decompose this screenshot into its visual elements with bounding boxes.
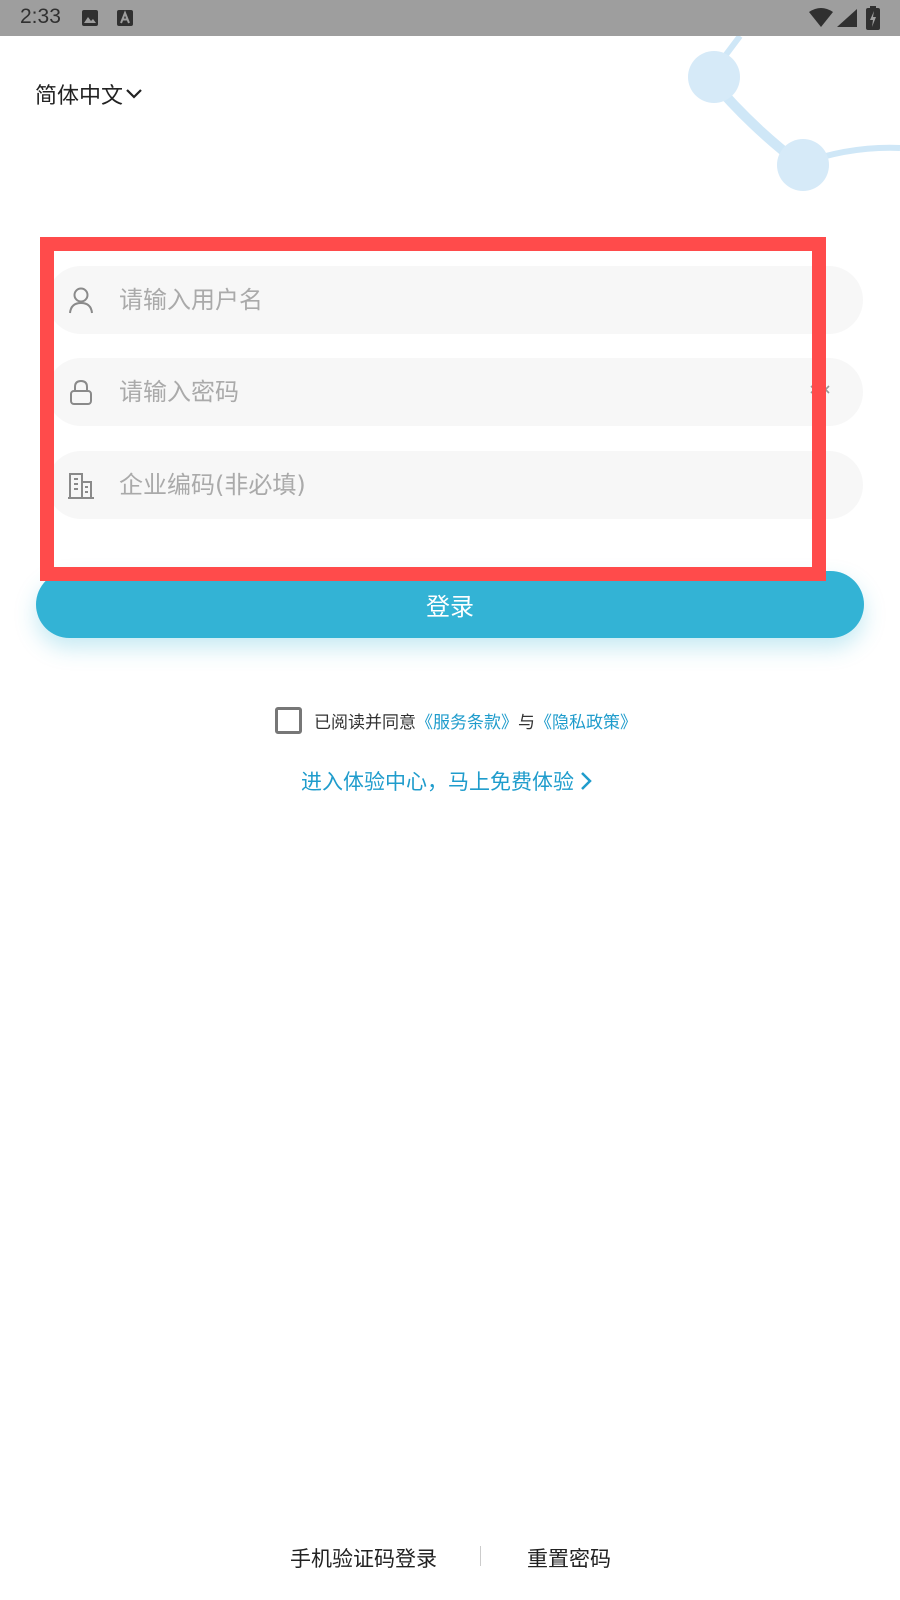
battery-icon	[866, 6, 880, 30]
experience-center-label: 进入体验中心，马上免费体验	[301, 770, 574, 794]
language-label: 简体中文	[35, 84, 124, 109]
agreement-prefix: 已阅读并同意	[314, 713, 416, 733]
login-button[interactable]: 登录	[36, 571, 864, 638]
experience-center-link[interactable]: 进入体验中心，马上免费体验	[301, 766, 592, 796]
agreement-conjunction: 与	[518, 713, 535, 733]
status-time: 2:33	[20, 5, 61, 28]
highlight-box	[40, 237, 826, 581]
agreement-row: 已阅读并同意 《服务条款》 与 《隐私政策》	[275, 707, 637, 734]
sms-login-link[interactable]: 手机验证码登录	[290, 1543, 437, 1573]
chevron-right-icon	[581, 772, 592, 790]
a-icon	[117, 10, 133, 26]
wifi-icon	[809, 8, 833, 27]
signal-icon	[837, 9, 857, 27]
privacy-policy-link[interactable]: 《隐私政策》	[535, 708, 637, 733]
molecule-decoration	[688, 36, 900, 191]
divider	[480, 1546, 481, 1566]
chevron-down-icon	[126, 89, 142, 99]
reset-password-link[interactable]: 重置密码	[527, 1543, 611, 1573]
language-selector[interactable]: 简体中文	[35, 78, 143, 110]
image-icon	[82, 10, 98, 26]
status-bar: 2:33	[0, 0, 900, 36]
terms-of-service-link[interactable]: 《服务条款》	[416, 708, 518, 733]
agreement-checkbox[interactable]	[275, 707, 302, 734]
